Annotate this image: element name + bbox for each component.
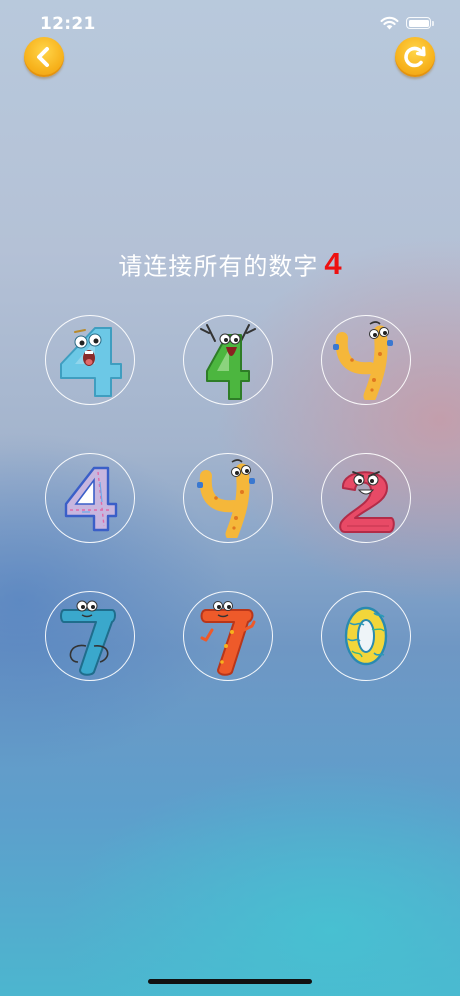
cartoon-seven-orange-icon xyxy=(200,601,256,676)
number-cell-4[interactable] xyxy=(45,453,135,543)
cartoon-four-green-icon xyxy=(200,324,256,400)
pattern-zero-yellow-icon xyxy=(344,606,388,666)
cartoon-four-yellow-icon xyxy=(197,459,255,538)
number-grid xyxy=(0,0,460,996)
number-cell-9[interactable] xyxy=(321,591,411,681)
cartoon-four-yellow-icon xyxy=(333,321,393,400)
number-cell-7[interactable] xyxy=(45,591,135,681)
number-cell-6[interactable] xyxy=(321,453,411,543)
number-cell-2[interactable] xyxy=(183,315,273,405)
cartoon-two-red-icon xyxy=(339,471,395,533)
outline-four-blue-icon xyxy=(64,466,118,532)
cartoon-four-cyan-icon xyxy=(60,327,122,397)
number-cell-8[interactable] xyxy=(183,591,273,681)
cartoon-seven-teal-icon xyxy=(60,600,116,676)
number-cell-5[interactable] xyxy=(183,453,273,543)
number-cell-1[interactable] xyxy=(45,315,135,405)
home-indicator[interactable] xyxy=(148,979,312,984)
number-cell-3[interactable] xyxy=(321,315,411,405)
